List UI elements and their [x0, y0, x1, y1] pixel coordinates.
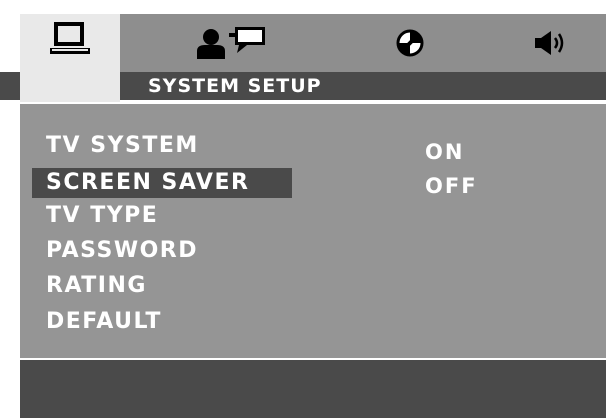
tab-audio[interactable]: [510, 14, 590, 72]
menu-item-password[interactable]: PASSWORD: [32, 236, 210, 266]
page-title-bar: SYSTEM SETUP: [122, 72, 606, 100]
settings-panel: TV SYSTEM SCREEN SAVER TV TYPE PASSWORD …: [20, 104, 606, 358]
option-off[interactable]: OFF: [425, 171, 478, 201]
tab-video[interactable]: [370, 14, 450, 72]
speaker-icon: [535, 31, 564, 55]
option-on[interactable]: ON: [425, 137, 464, 167]
menu-item-rating[interactable]: RATING: [32, 271, 159, 301]
menu-item-screen-saver[interactable]: SCREEN SAVER: [32, 168, 292, 198]
help-bar: [20, 360, 606, 418]
menu-item-tv-system[interactable]: TV SYSTEM: [32, 131, 211, 161]
menu-item-tv-type[interactable]: TV TYPE: [32, 201, 170, 231]
tab-language[interactable]: [170, 14, 290, 72]
setup-tab-bar: [20, 14, 606, 102]
language-person-speech-icon: [197, 27, 265, 59]
video-icon: [396, 29, 424, 57]
tv-monitor-icon: [50, 22, 90, 54]
tab-system[interactable]: [20, 14, 120, 102]
page-title: SYSTEM SETUP: [148, 75, 322, 97]
menu-item-default[interactable]: DEFAULT: [32, 307, 174, 337]
